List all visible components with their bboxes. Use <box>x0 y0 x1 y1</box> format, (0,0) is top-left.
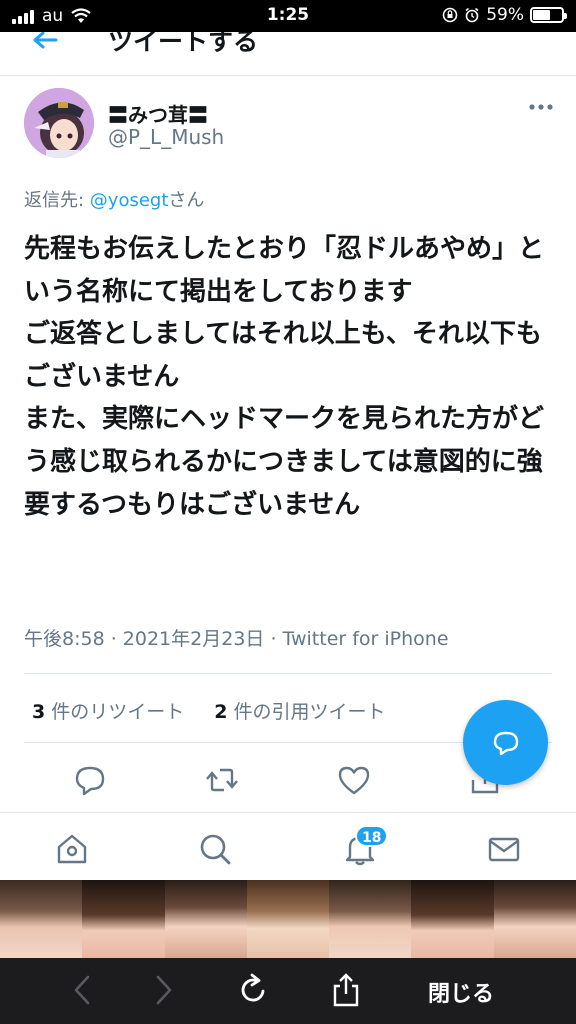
bottom-tab-bar <box>0 812 576 880</box>
tweet-timestamp: 午後8:58 · 2021年2月23日 · Twitter for iPhone <box>24 628 449 650</box>
ad-banner[interactable] <box>0 880 576 958</box>
alarm-icon <box>465 7 479 23</box>
retweets-label: 件のリツイート <box>45 701 185 723</box>
browser-toolbar: 閉じる <box>0 958 576 1024</box>
browser-back-icon[interactable] <box>66 972 102 1008</box>
ad-photo <box>164 880 247 958</box>
ad-photo <box>329 880 412 958</box>
mail-icon[interactable] <box>486 831 522 867</box>
orientation-lock-icon <box>442 7 458 23</box>
author-handle[interactable]: @P_L_Mush <box>108 125 224 149</box>
battery-icon <box>530 7 567 23</box>
avatar[interactable] <box>24 88 94 158</box>
author-name[interactable]: 〓みつ茸〓 <box>108 99 208 128</box>
share-sheet-icon[interactable] <box>328 972 364 1008</box>
tweet-stats: 3 件のリツイート 2 件の引用ツイート <box>32 697 386 724</box>
reply-icon[interactable] <box>72 762 108 798</box>
browser-forward-icon[interactable] <box>146 972 182 1008</box>
home-icon[interactable] <box>54 831 90 867</box>
ad-photo <box>246 880 330 958</box>
reload-icon[interactable] <box>236 972 272 1008</box>
status-right: 59% <box>442 5 567 25</box>
avatar-illustration <box>24 88 94 158</box>
reply-to-prefix: 返信先: <box>24 190 90 211</box>
retweets-stat[interactable]: 3 件のリツイート <box>32 697 184 724</box>
ad-photo <box>82 880 165 958</box>
compose-reply-button[interactable] <box>463 700 548 785</box>
search-icon[interactable] <box>197 831 233 867</box>
quotes-stat[interactable]: 2 件の引用ツイート <box>214 697 385 724</box>
more-icon[interactable] <box>526 97 556 117</box>
close-button[interactable]: 閉じる <box>428 976 494 1008</box>
status-bar: au 1:25 59% <box>0 0 576 32</box>
compose-reply-icon <box>493 731 518 755</box>
tweet-text: 先程もお伝えしたとおり「忍ドルあやめ」という名称にて掲出をしております ご返答と… <box>24 234 545 520</box>
reply-to-suffix: さん <box>168 190 205 211</box>
retweet-icon[interactable] <box>204 762 240 798</box>
ad-photo <box>411 880 494 958</box>
page-title: ツイートする <box>108 32 259 56</box>
top-nav: ツイートする <box>0 32 576 76</box>
quotes-label: 件の引用ツイート <box>227 701 386 723</box>
divider <box>24 673 552 674</box>
notifications-badge: 18 <box>355 825 389 847</box>
ad-photo <box>0 880 83 958</box>
reply-to-line: 返信先: @yosegtさん <box>24 186 204 212</box>
quotes-count: 2 <box>214 701 228 723</box>
retweets-count: 3 <box>32 701 46 723</box>
like-icon[interactable] <box>336 762 372 798</box>
ad-photo <box>493 880 576 958</box>
battery-percent: 59% <box>486 5 524 25</box>
back-arrow-icon[interactable] <box>30 32 60 54</box>
reply-to-mention[interactable]: @yosegt <box>90 190 169 211</box>
